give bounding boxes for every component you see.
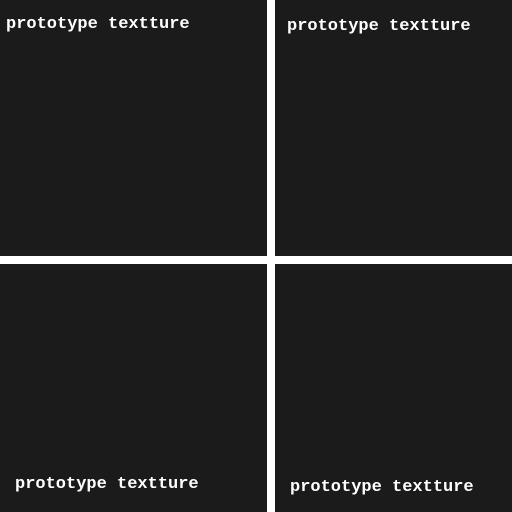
tile-top-right: prototype textture (275, 0, 512, 256)
tile-label: prototype textture (287, 17, 471, 36)
tile-label: prototype textture (15, 475, 199, 494)
tile-label: prototype textture (6, 15, 190, 34)
tile-bottom-left: prototype textture (0, 264, 267, 512)
tile-top-left: prototype textture (0, 0, 267, 256)
prototype-texture-grid: prototype textture prototype textture pr… (0, 0, 512, 512)
tile-bottom-right: prototype textture (275, 264, 512, 512)
tile-label: prototype textture (290, 478, 474, 497)
